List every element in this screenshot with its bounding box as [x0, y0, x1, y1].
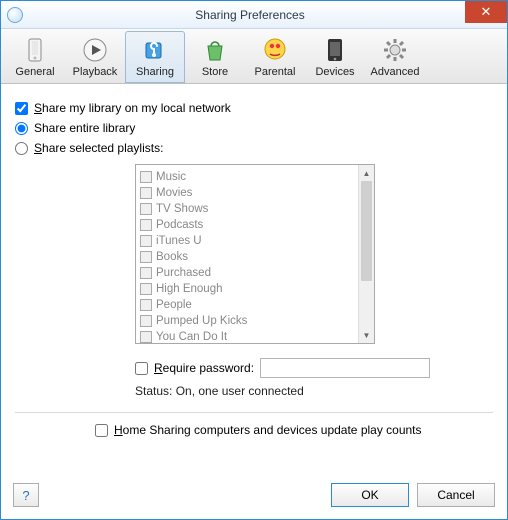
playlist-label: People	[156, 299, 192, 311]
share-selected-label: Share selected playlists:	[34, 141, 163, 155]
playback-icon	[80, 36, 110, 64]
playlist-label: Pumped Up Kicks	[156, 315, 247, 327]
tab-parental[interactable]: Parental	[245, 31, 305, 83]
share-library-row[interactable]: Share my library on my local network	[15, 101, 493, 115]
home-sharing-label: Home Sharing computers and devices updat…	[114, 423, 422, 437]
home-sharing-row[interactable]: Home Sharing computers and devices updat…	[95, 423, 493, 437]
ok-button[interactable]: OK	[331, 483, 409, 507]
playlist-label: High Enough	[156, 283, 223, 295]
preferences-window: Sharing Preferences ✕ General Playback S…	[0, 0, 508, 520]
playlist-checkbox[interactable]	[140, 171, 152, 183]
require-password-checkbox[interactable]	[135, 362, 148, 375]
playlist-label: TV Shows	[156, 203, 208, 215]
playlist-item[interactable]: Movies	[140, 185, 354, 201]
share-entire-label: Share entire library	[34, 121, 135, 135]
help-button[interactable]: ?	[13, 483, 39, 507]
password-row: Require password:	[135, 358, 493, 378]
tab-sharing[interactable]: Sharing	[125, 31, 185, 83]
playlist-label: Purchased	[156, 267, 211, 279]
playlist-checkbox[interactable]	[140, 283, 152, 295]
playlist-checkbox[interactable]	[140, 331, 152, 343]
playlist-label: Music	[156, 171, 186, 183]
cancel-label: Cancel	[437, 488, 474, 502]
share-entire-row[interactable]: Share entire library	[15, 121, 493, 135]
share-selected-radio[interactable]	[15, 142, 28, 155]
tab-label: Advanced	[371, 66, 420, 78]
share-entire-radio[interactable]	[15, 122, 28, 135]
tab-label: General	[15, 66, 54, 78]
playlist-listbox: Music Movies TV Shows Podcasts iTunes U Books…	[135, 164, 375, 344]
playlist-item[interactable]: Music	[140, 169, 354, 185]
playlist-item[interactable]: TV Shows	[140, 201, 354, 217]
require-password-label: Require password:	[154, 361, 254, 375]
ok-label: OK	[361, 488, 378, 502]
tab-playback[interactable]: Playback	[65, 31, 125, 83]
tab-label: Parental	[255, 66, 296, 78]
tab-advanced[interactable]: Advanced	[365, 31, 425, 83]
playlist-label: Books	[156, 251, 188, 263]
playlist-checkbox[interactable]	[140, 235, 152, 247]
playlist-item[interactable]: Books	[140, 249, 354, 265]
playlist-item[interactable]: Purchased	[140, 265, 354, 281]
advanced-icon	[380, 36, 410, 64]
separator	[15, 412, 493, 413]
app-icon	[7, 7, 23, 23]
playlist-item[interactable]: People	[140, 297, 354, 313]
tab-label: Store	[202, 66, 228, 78]
playlist-checkbox[interactable]	[140, 299, 152, 311]
playlist-item[interactable]: High Enough	[140, 281, 354, 297]
playlist-item[interactable]: Podcasts	[140, 217, 354, 233]
tab-toolbar: General Playback Sharing Store Parental	[1, 29, 507, 84]
playlist-checkbox[interactable]	[140, 251, 152, 263]
scroll-thumb[interactable]	[361, 181, 372, 281]
playlist-checkbox[interactable]	[140, 203, 152, 215]
scroll-down-icon[interactable]: ▼	[359, 327, 374, 343]
window-title: Sharing Preferences	[23, 8, 507, 22]
cancel-button[interactable]: Cancel	[417, 483, 495, 507]
scroll-up-icon[interactable]: ▲	[359, 165, 374, 181]
general-icon	[20, 36, 50, 64]
playlist-scrollbar[interactable]: ▲ ▼	[358, 165, 374, 343]
playlist-label: iTunes U	[156, 235, 202, 247]
playlist-inner: Music Movies TV Shows Podcasts iTunes U Books…	[136, 165, 358, 343]
home-sharing-checkbox[interactable]	[95, 424, 108, 437]
share-library-checkbox[interactable]	[15, 102, 28, 115]
store-icon	[200, 36, 230, 64]
share-library-label: Share my library on my local network	[34, 101, 231, 115]
playlist-checkbox[interactable]	[140, 267, 152, 279]
tab-label: Devices	[315, 66, 354, 78]
playlist-label: Podcasts	[156, 219, 203, 231]
playlist-label: Movies	[156, 187, 192, 199]
sharing-icon	[140, 36, 170, 64]
playlist-label: You Can Do It	[156, 331, 227, 343]
tab-label: Sharing	[136, 66, 174, 78]
password-input[interactable]	[260, 358, 430, 378]
status-text: Status: On, one user connected	[135, 384, 493, 398]
content-area: Share my library on my local network Sha…	[1, 84, 507, 473]
tab-general[interactable]: General	[5, 31, 65, 83]
parental-icon	[260, 36, 290, 64]
button-bar: ? OK Cancel	[1, 473, 507, 519]
titlebar: Sharing Preferences ✕	[1, 1, 507, 29]
close-button[interactable]: ✕	[465, 1, 507, 23]
playlist-item[interactable]: iTunes U	[140, 233, 354, 249]
tab-devices[interactable]: Devices	[305, 31, 365, 83]
playlist-checkbox[interactable]	[140, 187, 152, 199]
help-icon: ?	[22, 488, 29, 503]
playlist-item[interactable]: Pumped Up Kicks	[140, 313, 354, 329]
playlist-checkbox[interactable]	[140, 219, 152, 231]
close-icon: ✕	[481, 4, 492, 20]
playlist-checkbox[interactable]	[140, 315, 152, 327]
devices-icon	[320, 36, 350, 64]
tab-store[interactable]: Store	[185, 31, 245, 83]
playlist-item[interactable]: You Can Do It	[140, 329, 354, 343]
share-selected-row[interactable]: Share selected playlists:	[15, 141, 493, 155]
tab-label: Playback	[73, 66, 118, 78]
